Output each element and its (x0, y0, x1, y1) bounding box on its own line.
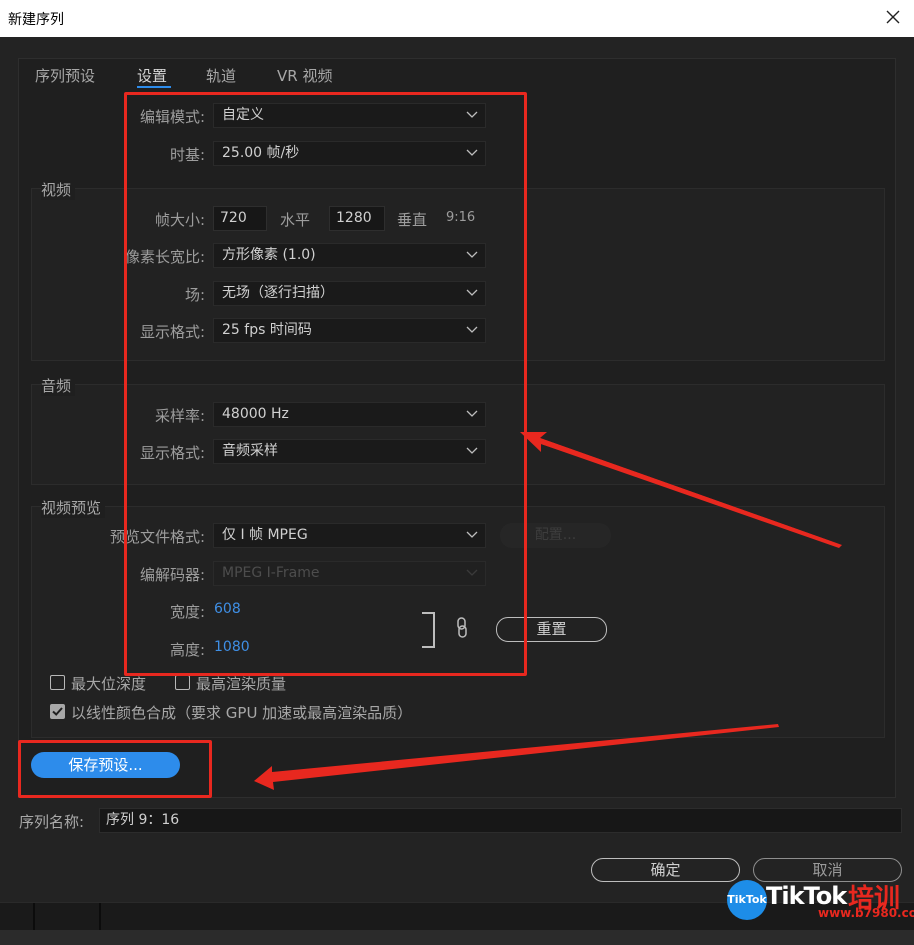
arrow-to-save-preset-icon (254, 724, 779, 790)
tiktok-logo-badge: TikTok (727, 880, 767, 920)
arrow-to-settings-shaft (540, 438, 842, 548)
annotation-arrows (254, 432, 842, 790)
watermark-site: www.b7980.com (818, 906, 914, 920)
